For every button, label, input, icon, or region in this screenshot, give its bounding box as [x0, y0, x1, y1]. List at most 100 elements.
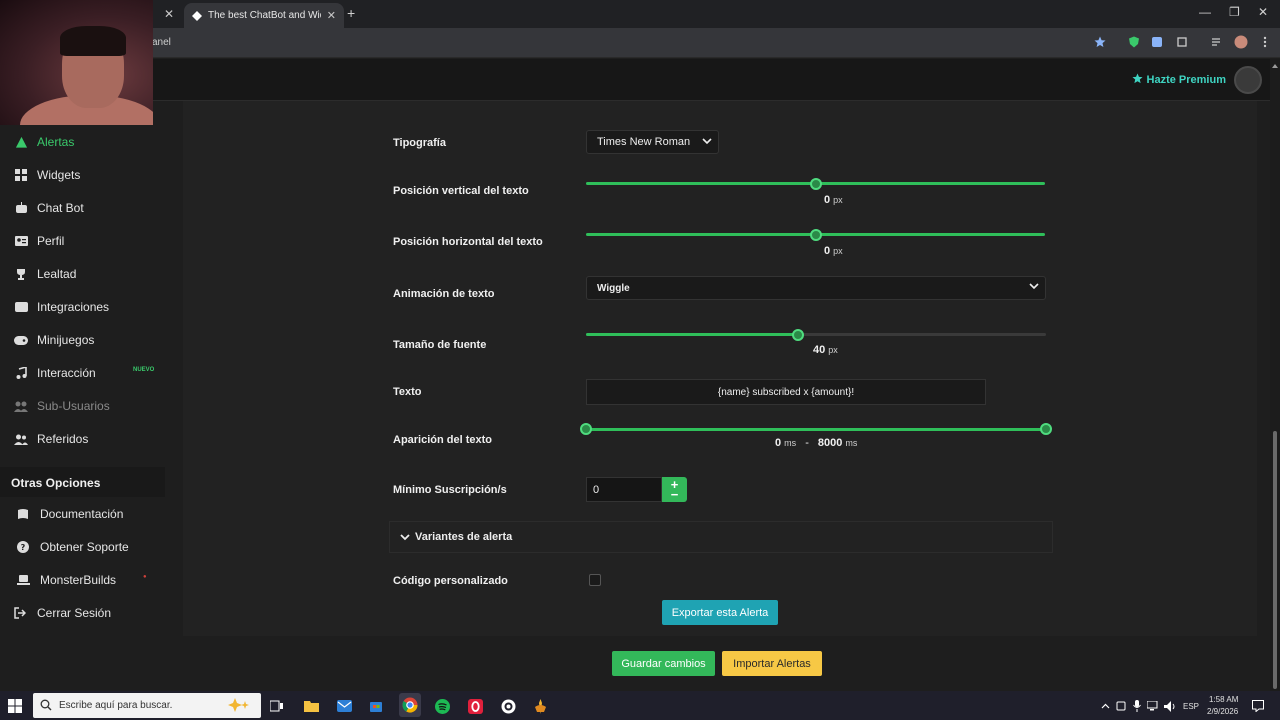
horizontal-position-readout: 0 px — [824, 245, 843, 257]
sidebar-item-integraciones[interactable]: Integraciones — [0, 292, 165, 322]
steam-icon[interactable] — [500, 698, 516, 714]
sidebar-item-chat-bot[interactable]: Chat Bot — [0, 193, 165, 223]
store-icon[interactable] — [368, 698, 384, 714]
min-subs-stepper[interactable]: + − — [662, 477, 687, 502]
sidebar-item-widgets[interactable]: Widgets — [0, 160, 165, 190]
sidebar-item-label: Minijuegos — [37, 333, 95, 347]
notification-icon[interactable] — [1250, 698, 1266, 714]
sidebar-item-label: Cerrar Sesión — [37, 606, 112, 620]
horizontal-position-label: Posición horizontal del texto — [393, 236, 543, 248]
opera-icon[interactable] — [467, 698, 483, 714]
sidebar-item-label: Documentación — [40, 507, 124, 521]
vertical-position-readout: 0 px — [824, 194, 843, 206]
font-size-readout: 40 px — [813, 344, 838, 356]
chevron-down-icon — [400, 533, 410, 541]
task-view-icon[interactable] — [269, 698, 285, 714]
font-size-thumb[interactable] — [792, 329, 804, 341]
vertical-position-thumb[interactable] — [810, 178, 822, 190]
profile-avatar-icon[interactable] — [1234, 35, 1248, 49]
premium-link[interactable]: Hazte Premium — [1131, 73, 1226, 87]
tray-chevron-up-icon[interactable] — [1099, 698, 1111, 714]
font-size-label: Tamaño de fuente — [393, 339, 487, 351]
browser-tab-active[interactable]: The best ChatBot and Widgets ✕ — [184, 3, 344, 28]
sidebar-item-referidos[interactable]: Referidos — [0, 424, 165, 454]
export-alert-button[interactable]: Exportar esta Alerta — [662, 600, 778, 625]
text-appearance-start-thumb[interactable] — [580, 423, 592, 435]
spotify-icon[interactable] — [434, 698, 450, 714]
sidebar-item-label: MonsterBuilds — [40, 573, 117, 587]
sidebar-item-label: Widgets — [37, 168, 81, 182]
sidebar-item-documentacion[interactable]: Documentación — [0, 499, 165, 529]
font-size-fill — [586, 333, 798, 336]
save-changes-button[interactable]: Guardar cambios — [612, 651, 715, 676]
extension-shield-icon[interactable] — [1127, 35, 1141, 49]
chrome-icon[interactable] — [399, 693, 421, 717]
clock-time[interactable]: 1:58 AM — [1209, 695, 1238, 704]
new-tab-button[interactable]: + — [347, 5, 355, 21]
bookmark-star-icon[interactable] — [1093, 35, 1107, 49]
tab-title: The best ChatBot and Widgets — [208, 10, 321, 21]
windows-taskbar: Escribe aquí para buscar. ESP 1:58 AM 2/… — [0, 691, 1280, 720]
language-indicator[interactable]: ESP — [1183, 702, 1199, 711]
alert-variants-toggle[interactable]: Variantes de alerta — [389, 521, 1053, 553]
chevron-down-icon — [1029, 282, 1039, 290]
restore-icon[interactable]: ❐ — [1229, 5, 1240, 19]
tray-app-icon[interactable] — [1115, 698, 1127, 714]
media-control-icon[interactable] — [1210, 35, 1224, 49]
address-bar[interactable]: anel — [0, 28, 1280, 58]
sidebar-item-soporte[interactable]: ? Obtener Soporte — [0, 532, 165, 562]
sidebar-section-title: Otras Opciones — [0, 467, 165, 497]
sidebar-item-label: Sub-Usuarios — [37, 399, 110, 413]
trophy-icon — [14, 267, 28, 281]
typography-label: Tipografía — [393, 137, 446, 149]
page-scrollbar[interactable] — [1270, 59, 1280, 691]
extensions-puzzle-icon[interactable] — [1175, 35, 1189, 49]
app-icon[interactable] — [532, 698, 548, 714]
scrollbar-thumb[interactable] — [1273, 431, 1277, 689]
text-appearance-readout: 0 ms - 8000 ms — [775, 437, 858, 449]
taskbar-search[interactable]: Escribe aquí para buscar. — [33, 693, 261, 718]
network-icon[interactable] — [1146, 698, 1160, 714]
file-explorer-icon[interactable] — [303, 698, 319, 714]
gamepad-icon — [14, 333, 28, 347]
clock-date[interactable]: 2/9/2026 — [1207, 707, 1238, 716]
browser-menu-icon[interactable] — [1258, 35, 1272, 49]
sidebar-item-sub-usuarios[interactable]: Sub-Usuarios — [0, 391, 165, 421]
url-text[interactable]: anel — [152, 37, 171, 48]
windows-start-icon[interactable] — [8, 699, 22, 713]
volume-icon[interactable] — [1163, 698, 1177, 714]
custom-code-checkbox[interactable] — [589, 574, 601, 586]
sidebar-item-minijuegos[interactable]: Minijuegos — [0, 325, 165, 355]
mail-icon[interactable] — [336, 698, 352, 714]
id-card-icon — [14, 234, 28, 248]
min-subs-input[interactable]: 0 — [586, 477, 662, 502]
text-appearance-end-thumb[interactable] — [1040, 423, 1052, 435]
music-icon — [14, 366, 28, 380]
sidebar-item-interaccion[interactable]: Interacción NUEVO — [0, 358, 165, 388]
sidebar-item-lealtad[interactable]: Lealtad — [0, 259, 165, 289]
minimize-icon[interactable]: — — [1199, 5, 1211, 19]
alert-text-input[interactable]: {name} subscribed x {amount}! — [586, 379, 986, 405]
user-avatar[interactable] — [1234, 66, 1262, 94]
sidebar-item-monsterbuilds[interactable]: MonsterBuilds ● — [0, 565, 165, 595]
minus-icon[interactable]: − — [671, 488, 679, 501]
close-tab-icon[interactable]: ✕ — [164, 7, 174, 21]
premium-label: Hazte Premium — [1146, 74, 1226, 86]
close-window-icon[interactable]: ✕ — [1258, 5, 1268, 19]
text-animation-select[interactable]: Wiggle — [586, 276, 1046, 300]
sidebar-item-cerrar-sesion[interactable]: Cerrar Sesión — [0, 598, 165, 628]
close-tab-icon[interactable]: ✕ — [327, 9, 336, 22]
sidebar-item-perfil[interactable]: Perfil — [0, 226, 165, 256]
external-badge: ● — [143, 574, 147, 580]
microphone-icon[interactable] — [1131, 698, 1143, 714]
horizontal-position-thumb[interactable] — [810, 229, 822, 241]
scroll-up-icon[interactable] — [1272, 64, 1278, 68]
browser-tab-bar: ✕ The best ChatBot and Widgets ✕ + — ❐ ✕ — [0, 0, 1280, 28]
sidebar-item-label: Perfil — [37, 234, 65, 248]
sidebar-item-alertas[interactable]: Alertas — [0, 127, 165, 157]
import-alerts-button[interactable]: Importar Alertas — [722, 651, 822, 676]
translate-icon[interactable] — [1150, 35, 1164, 49]
text-appearance-track[interactable] — [586, 428, 1046, 431]
typography-select[interactable]: Times New Roman — [586, 130, 719, 154]
typography-value: Times New Roman — [597, 136, 691, 148]
